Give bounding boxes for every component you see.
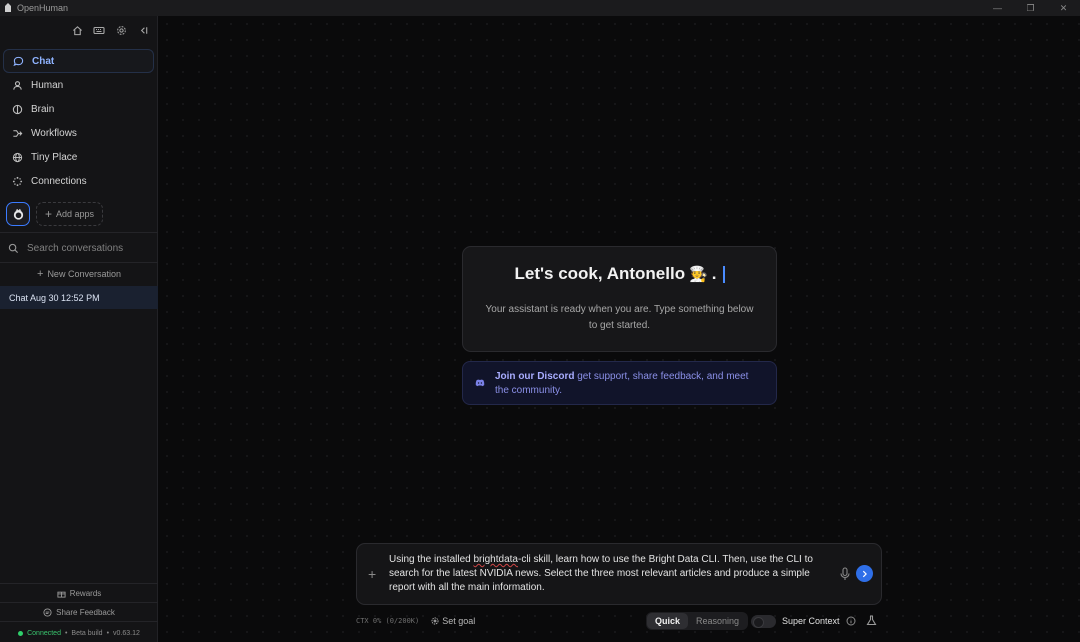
connections-icon [11,175,23,187]
new-conversation-button[interactable]: + New Conversation [0,266,158,282]
search-input[interactable]: Search conversations [27,243,123,254]
sidebar-nav: Chat Human Brain Workflows Tiny Place Co… [3,49,154,193]
share-feedback-button[interactable]: Share Feedback [0,605,158,619]
set-goal-label: Set goal [442,616,476,626]
text-cursor [722,265,725,283]
divider [0,602,158,603]
app-logo-icon [5,3,11,12]
mode-quick-button[interactable]: Quick [647,613,689,629]
rewards-button[interactable]: Rewards [0,586,158,600]
home-icon[interactable] [69,22,85,38]
welcome-card: Let's cook, Antonello 🧑‍🍳. Your assistan… [462,246,777,352]
sidebar-item-label: Tiny Place [31,151,78,163]
misspelled-word: brightdata [473,554,518,565]
rewards-label: Rewards [69,588,102,598]
set-goal-button[interactable]: Set goal [431,616,475,626]
mode-selector: Quick Reasoning [646,612,749,630]
search-icon [8,243,19,253]
gear-icon[interactable] [113,22,129,38]
app-shortcut[interactable] [6,202,30,226]
divider [0,262,158,263]
sidebar-toolbar [69,22,151,38]
microphone-icon[interactable] [839,567,851,581]
sidebar-item-human[interactable]: Human [3,73,154,97]
composer-toolbar: CTX 0% (0/200K) Set goal Quick Reasoning… [356,611,882,631]
separator-dot: • [64,630,68,637]
add-apps-button[interactable]: + Add apps [36,202,104,226]
brain-icon [11,103,23,115]
version-label: v0.63.12 [113,630,140,637]
discord-text: Join our Discord get support, share feed… [495,370,764,398]
share-feedback-label: Share Feedback [56,607,115,617]
collapse-sidebar-icon[interactable] [135,22,151,38]
gift-icon [57,591,66,598]
close-button[interactable]: ✕ [1047,0,1080,16]
sidebar-item-brain[interactable]: Brain [3,97,154,121]
sidebar-item-label: Brain [31,103,55,115]
divider [0,232,158,233]
sidebar: Chat Human Brain Workflows Tiny Place Co… [0,16,158,642]
conversation-title: Chat Aug 30 12:52 PM [9,292,100,303]
welcome-title-text: Let's cook, Antonello [514,264,686,283]
mode-reasoning-button[interactable]: Reasoning [688,613,747,629]
divider [0,621,158,622]
keyboard-icon[interactable] [91,22,107,38]
sidebar-item-connections[interactable]: Connections [3,169,154,193]
app-glyph-icon [13,208,23,220]
sidebar-item-tiny-place[interactable]: Tiny Place [3,145,154,169]
minimize-button[interactable]: — [981,0,1014,16]
connected-label: Connected [27,630,61,637]
globe-icon [11,151,23,163]
user-icon [11,79,23,91]
sidebar-item-label: Human [31,79,64,91]
super-context-label: Super Context [782,616,840,626]
workflow-icon [11,127,23,139]
window-title: OpenHuman [17,3,69,13]
feedback-icon [43,607,52,617]
search-conversations[interactable]: Search conversations [8,238,150,258]
sidebar-item-label: Workflows [31,127,77,139]
plus-icon: + [45,207,53,221]
conversation-item[interactable]: Chat Aug 30 12:52 PM [0,286,158,309]
flask-icon[interactable] [866,615,877,626]
status-dot [18,631,24,636]
separator-dot: • [106,630,110,637]
discord-icon [475,379,485,387]
chef-emoji: 🧑‍🍳 [689,266,708,283]
message-text-part: Using the installed [389,554,474,565]
chevron-right-icon [862,570,867,577]
new-conversation-label: New Conversation [47,269,121,279]
sidebar-item-label: Chat [32,55,55,67]
attach-plus-icon[interactable]: + [368,566,376,582]
maximize-button[interactable]: ❐ [1014,0,1047,16]
build-label: Beta build [71,630,103,637]
super-context-toggle[interactable] [751,615,776,628]
add-apps-label: Add apps [56,209,95,219]
chat-main: Let's cook, Antonello 🧑‍🍳. Your assistan… [159,16,1080,642]
chat-bubble-icon [12,55,24,67]
message-composer[interactable]: + Using the installed brightdata-cli ski… [356,543,882,605]
message-input[interactable]: Using the installed brightdata-cli skill… [389,553,829,595]
connection-status: Connected • Beta build • v0.63.12 [0,630,158,637]
info-icon[interactable] [846,616,856,626]
send-button[interactable] [856,565,873,582]
goal-icon [431,617,439,625]
discord-banner[interactable]: Join our Discord get support, share feed… [462,361,777,405]
discord-link[interactable]: Join our Discord [495,371,574,382]
sidebar-item-chat[interactable]: Chat [3,49,154,73]
title-bar: OpenHuman — ❐ ✕ [0,0,1080,16]
sidebar-item-workflows[interactable]: Workflows [3,121,154,145]
welcome-title: Let's cook, Antonello 🧑‍🍳. [463,264,776,284]
apps-row: + Add apps [6,202,104,226]
context-usage: CTX 0% (0/200K) [356,617,420,625]
divider [0,583,158,584]
sidebar-item-label: Connections [31,175,87,187]
plus-icon: + [37,268,44,280]
welcome-subtitle: Your assistant is ready when you are. Ty… [485,304,754,331]
